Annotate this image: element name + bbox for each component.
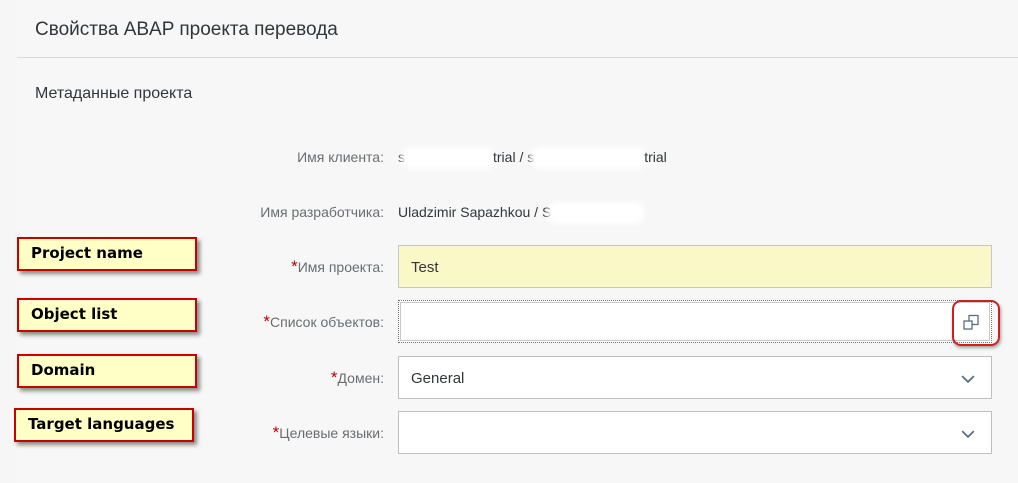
object-list-label: *Список объектов:	[263, 312, 384, 332]
redaction-blur	[534, 151, 645, 166]
redaction-blur	[551, 206, 642, 221]
target-languages-label: *Целевые языки:	[273, 423, 384, 443]
developer-value-text: Uladzimir Sapazhkou / S	[398, 204, 552, 220]
object-list-input[interactable]	[398, 300, 992, 343]
callout-domain: Domain	[17, 354, 197, 388]
value-help-icon[interactable]	[962, 314, 980, 332]
redaction-blur	[405, 151, 493, 166]
client-value-part1: s	[398, 149, 405, 165]
target-languages-label-text: Целевые языки:	[279, 425, 384, 441]
domain-value: General	[411, 370, 465, 387]
object-list-label-text: Список объектов:	[270, 314, 384, 330]
project-name-input[interactable]: Test	[398, 245, 992, 288]
target-languages-select[interactable]	[398, 411, 992, 454]
client-value: s trial / s trial	[398, 149, 667, 166]
chevron-down-icon[interactable]	[961, 372, 975, 386]
callout-object-list: Object list	[17, 298, 197, 332]
client-label: Имя клиента:	[297, 149, 384, 165]
page-title: Свойства ABAP проекта перевода	[35, 19, 338, 40]
section-title: Метаданные проекта	[35, 85, 193, 102]
client-value-part2: trial / s	[493, 149, 535, 165]
chevron-down-icon[interactable]	[961, 427, 975, 441]
client-value-part3: trial	[644, 149, 667, 165]
required-marker: *	[291, 257, 298, 276]
required-marker: *	[263, 312, 270, 331]
callout-target-languages: Target languages	[14, 408, 194, 442]
domain-select[interactable]: General	[398, 356, 992, 399]
developer-label: Имя разработчика:	[260, 204, 384, 220]
domain-label-text: Домен:	[337, 370, 384, 386]
project-name-value: Test	[411, 259, 439, 276]
header-divider	[17, 57, 1018, 58]
developer-value: Uladzimir Sapazhkou / S	[398, 204, 642, 221]
domain-label: *Домен:	[331, 368, 384, 388]
callout-project-name: Project name	[17, 237, 197, 271]
required-marker: *	[330, 368, 338, 387]
project-name-label-text: Имя проекта:	[297, 259, 384, 275]
project-name-label: *Имя проекта:	[291, 257, 384, 277]
